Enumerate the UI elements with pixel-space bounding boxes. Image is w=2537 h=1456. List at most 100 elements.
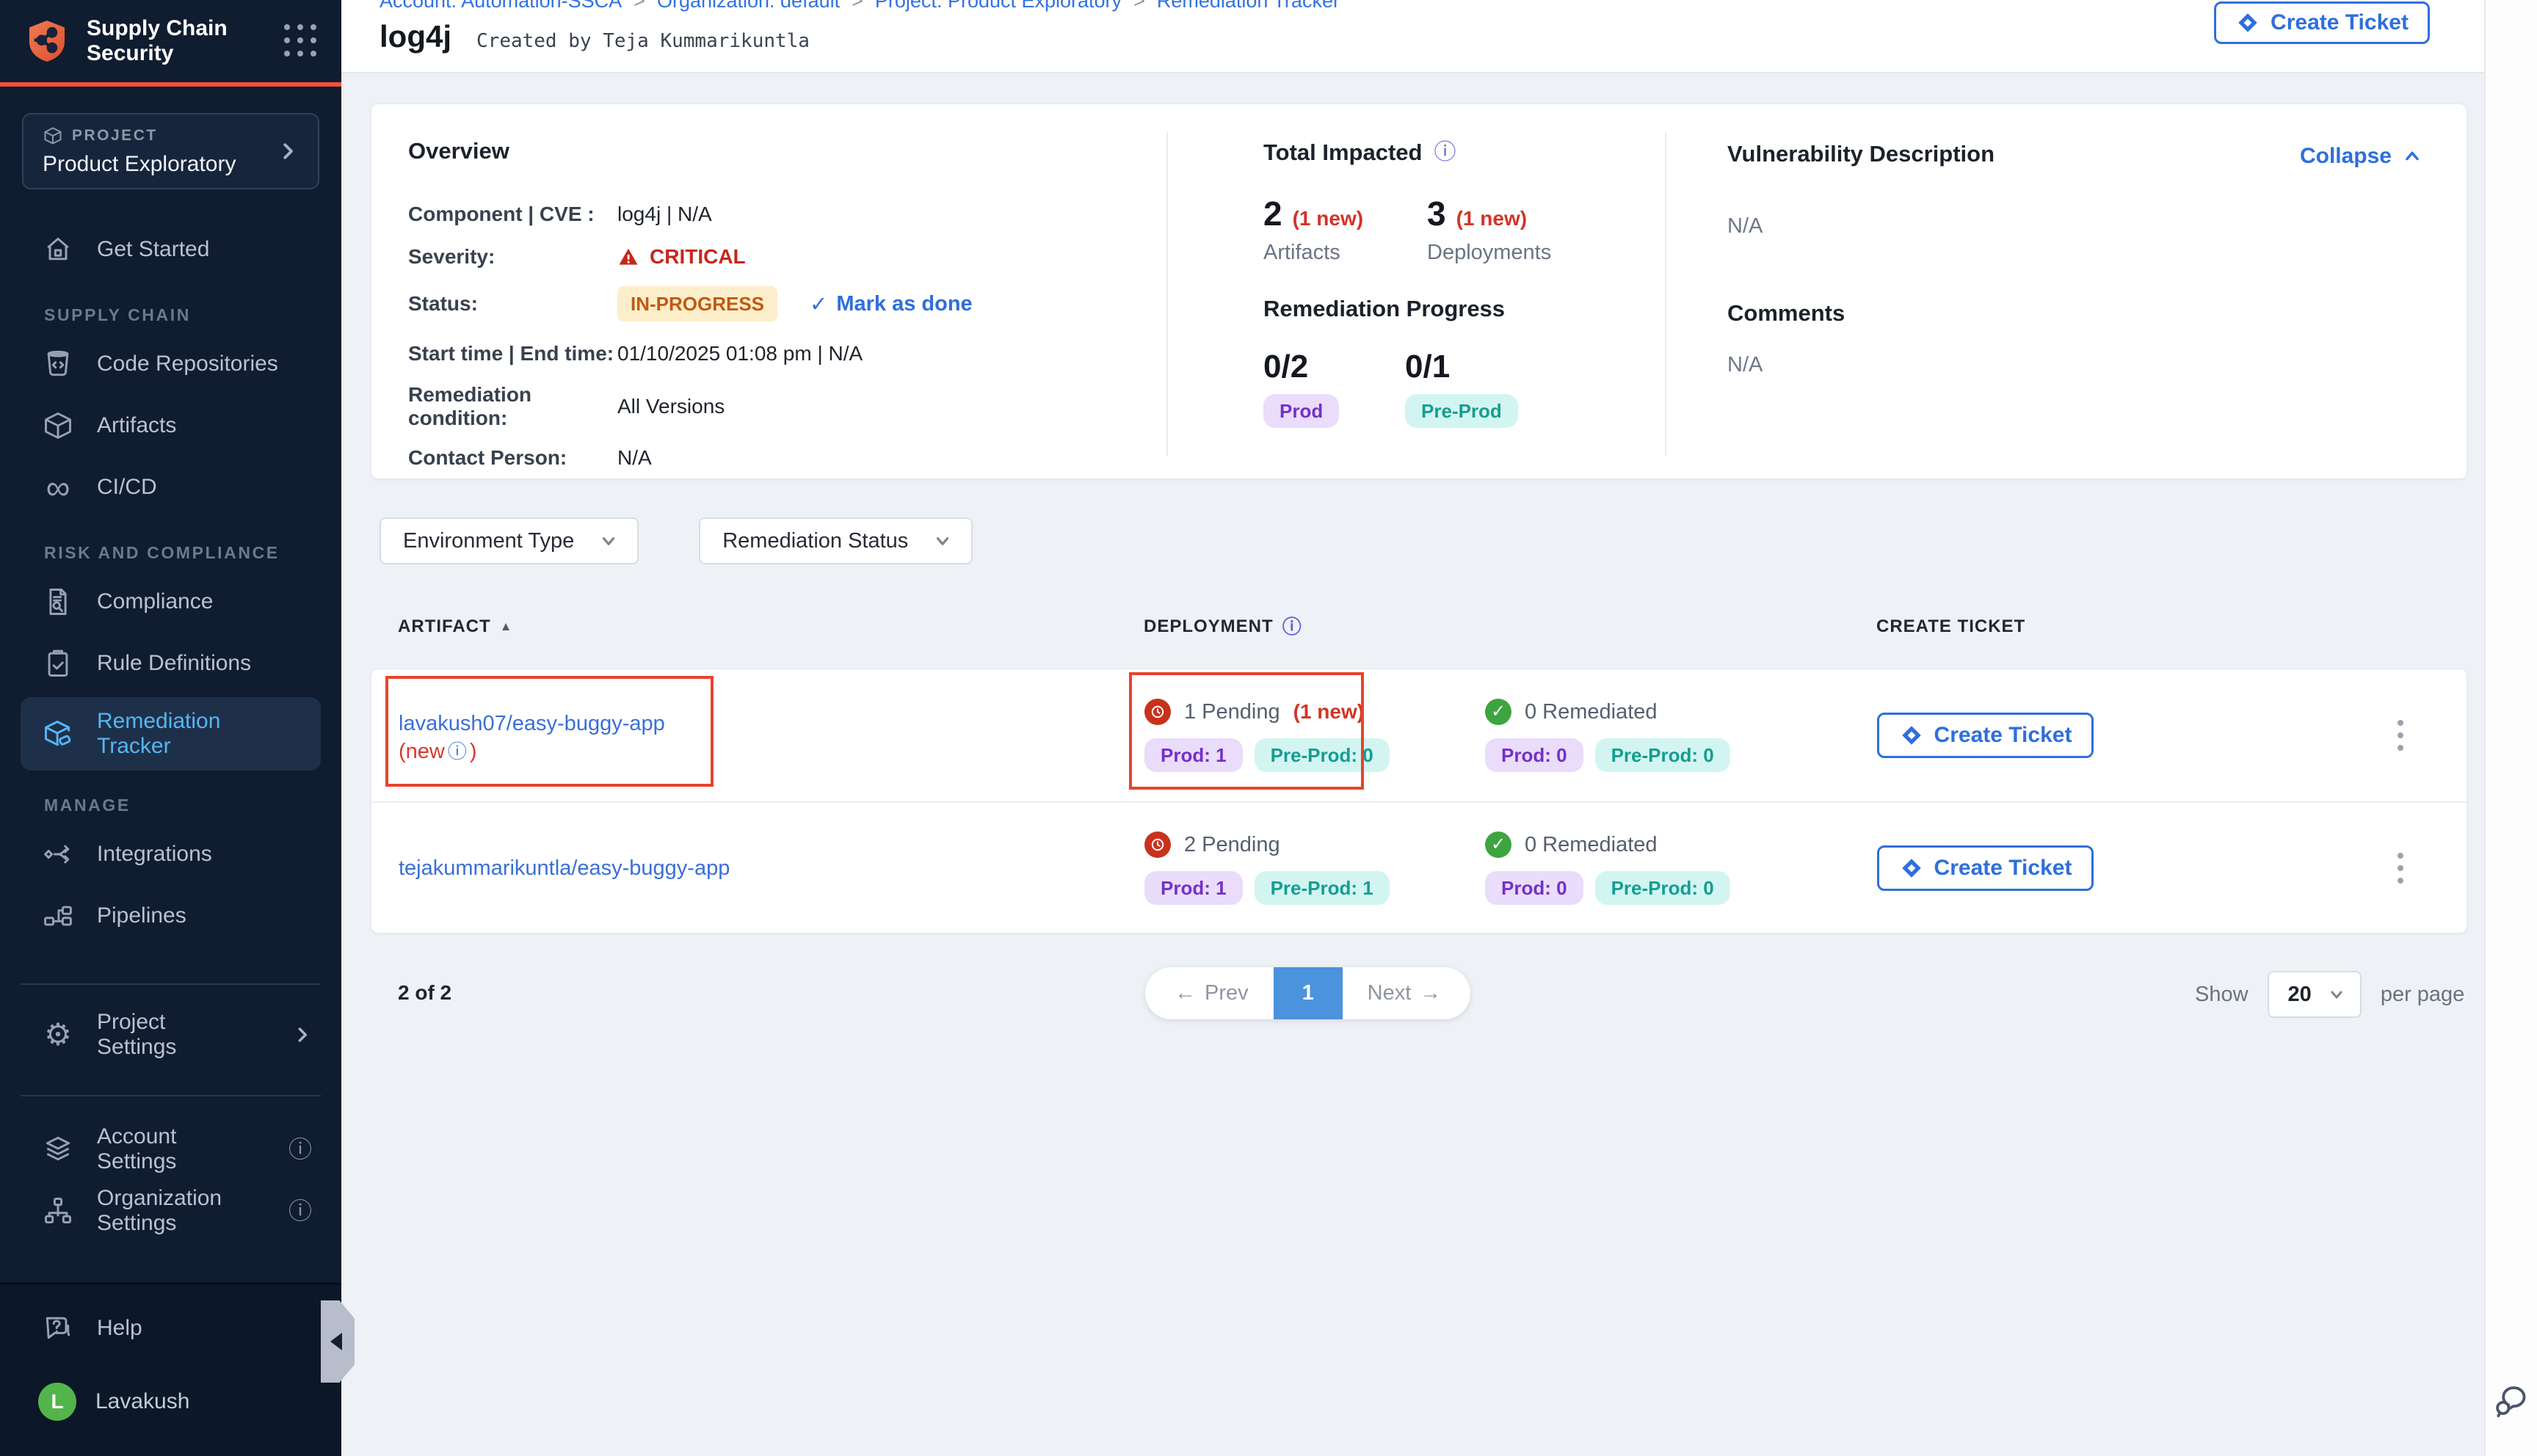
help-chat-icon [41,1311,75,1345]
avatar: L [38,1383,76,1421]
preprod-progress-value: 0/1 [1405,349,1547,385]
chat-support-icon[interactable] [2491,1381,2531,1421]
breadcrumb-separator: > [634,0,645,12]
sidebar-item-label: Integrations [97,842,212,867]
remediated-count: 0 Remediated [1525,833,1658,857]
project-eyebrow-label: PROJECT [72,127,158,145]
artifact-table: lavakush07/easy-buggy-app (new ⓘ ) 1 Pen… [371,669,2467,933]
mark-as-done-button[interactable]: ✓ Mark as done [810,291,973,317]
sidebar-item-cicd[interactable]: ∞ CI/CD [0,456,341,518]
row-menu-kebab-icon[interactable] [2386,720,2415,751]
sidebar-item-label: Help [97,1316,142,1341]
collapse-arrow-icon [330,1333,342,1350]
table-row: lavakush07/easy-buggy-app (new ⓘ ) 1 Pen… [371,669,2467,801]
deployment-cell: 2 Pending Prod: 1 Pre-Prod: 1 [1144,831,1485,905]
info-icon[interactable]: ⓘ [1434,142,1456,164]
preprod-progress: 0/1 Pre-Prod [1405,349,1547,428]
sidebar-item-remediation-tracker[interactable]: Remediation Tracker [21,697,321,771]
prod-badge: Prod: 0 [1485,871,1583,905]
sidebar-item-organization-settings[interactable]: Organization Settings ⓘ [0,1180,341,1242]
artifacts-new-count: (1 new) [1293,207,1363,230]
prod-progress: 0/2 Prod [1263,349,1405,428]
remediation-progress-heading: Remediation Progress [1263,296,1591,322]
sidebar: Supply Chain Security PROJECT Product Ex… [0,0,341,1456]
prev-page-button[interactable]: ← Prev [1145,967,1274,1019]
sidebar-item-label: Remediation Tracker [97,709,291,759]
next-page-button[interactable]: Next → [1343,967,1471,1019]
create-ticket-button-row[interactable]: Create Ticket [1877,845,2094,891]
organization-icon [41,1194,75,1228]
sidebar-item-label: Account Settings [97,1124,244,1174]
sidebar-item-label: Artifacts [97,413,176,438]
info-icon[interactable]: ⓘ [288,1138,312,1161]
pending-count: 1 Pending [1184,700,1280,724]
preprod-badge: Pre-Prod: 0 [1255,738,1390,772]
environment-type-filter[interactable]: Environment Type [380,517,639,564]
page-size-select[interactable]: 20 [2268,971,2362,1018]
project-selector[interactable]: PROJECT Product Exploratory [22,113,319,189]
ticket-diamond-icon [2235,10,2260,35]
user-menu[interactable]: L Lavakush [0,1383,341,1421]
sidebar-item-help[interactable]: Help [0,1305,341,1352]
sidebar-divider [21,1095,321,1096]
sidebar-item-integrations[interactable]: Integrations [0,823,341,885]
impacted-artifacts-stat: 2 (1 new) Artifacts [1263,194,1427,265]
breadcrumb-account-link[interactable]: Account: Automation-SSCA [380,0,622,12]
preprod-badge: Pre-Prod: 1 [1255,871,1390,905]
info-icon[interactable]: ⓘ [448,742,467,761]
create-ticket-button-row[interactable]: Create Ticket [1877,713,2094,758]
sidebar-item-artifacts[interactable]: Artifacts [0,395,341,456]
prod-badge: Prod: 0 [1485,738,1583,772]
sidebar-item-rule-definitions[interactable]: Rule Definitions [0,633,341,694]
info-icon[interactable]: ⓘ [1282,617,1302,636]
main-content: Account: Automation-SSCA > Organization:… [341,0,2484,1456]
artifacts-count: 2 [1263,194,1282,233]
sidebar-section-manage: MANAGE [44,787,341,823]
sidebar-item-pipelines[interactable]: Pipelines [0,885,341,947]
pending-new-count: (1 new) [1293,700,1364,724]
artifact-link[interactable]: lavakush07/easy-buggy-app [399,712,665,735]
collapse-button[interactable]: Collapse [2300,144,2422,169]
pipelines-icon [41,899,75,933]
preprod-badge: Pre-Prod: 0 [1595,738,1730,772]
sidebar-item-project-settings[interactable]: ⚙ Project Settings [0,1004,341,1066]
sidebar-collapse-handle[interactable] [321,1300,355,1383]
sidebar-item-label: Compliance [97,589,213,614]
severity-label: Severity: [408,245,617,269]
table-row: tejakummarikuntla/easy-buggy-app 2 Pendi… [371,801,2467,933]
integrations-icon [41,837,75,871]
remediation-condition-label: Remediation condition: [408,383,617,430]
sidebar-item-compliance[interactable]: Compliance [0,571,341,633]
vulnerability-description-value: N/A [1727,214,2422,239]
component-cve-label: Component | CVE : [408,203,617,226]
sidebar-item-account-settings[interactable]: Account Settings ⓘ [0,1118,341,1180]
deployments-label: Deployments [1427,241,1591,265]
column-header-artifact[interactable]: ARTIFACT ▲ [398,616,1144,637]
breadcrumb-project-link[interactable]: Project: Product Exploratory [875,0,1122,12]
breadcrumb-organization-link[interactable]: Organization: default [657,0,840,12]
scrollbar-track[interactable] [2484,0,2537,1456]
row-menu-kebab-icon[interactable] [2386,853,2415,884]
page-number-button[interactable]: 1 [1274,967,1343,1019]
remediated-check-icon: ✓ [1485,699,1511,725]
column-header-create-ticket: CREATE TICKET [1876,616,2385,637]
app-switcher-icon[interactable] [284,24,318,58]
table-header-row: ARTIFACT ▲ DEPLOYMENT ⓘ CREATE TICKET [398,616,2439,637]
comments-value: N/A [1727,353,2422,377]
sidebar-item-code-repositories[interactable]: Code Repositories [0,333,341,395]
contact-person-label: Contact Person: [408,446,617,470]
remediation-status-filter[interactable]: Remediation Status [699,517,973,564]
info-icon[interactable]: ⓘ [288,1199,312,1223]
artifacts-cube-icon [41,409,75,443]
artifact-link[interactable]: tejakummarikuntla/easy-buggy-app [399,856,730,880]
sidebar-item-get-started[interactable]: Get Started [0,219,341,280]
arrow-left-icon: ← [1175,981,1196,1005]
code-repository-icon [41,347,75,381]
remediation-tracker-icon [41,717,75,751]
breadcrumb-remediation-tracker-link[interactable]: Remediation Tracker [1157,0,1340,12]
sidebar-item-label: Pipelines [97,903,186,928]
create-ticket-button-header[interactable]: Create Ticket [2214,1,2430,44]
time-label: Start time | End time: [408,342,617,365]
total-impacted-heading: Total Impacted [1263,139,1422,166]
sort-ascending-icon[interactable]: ▲ [500,619,513,634]
